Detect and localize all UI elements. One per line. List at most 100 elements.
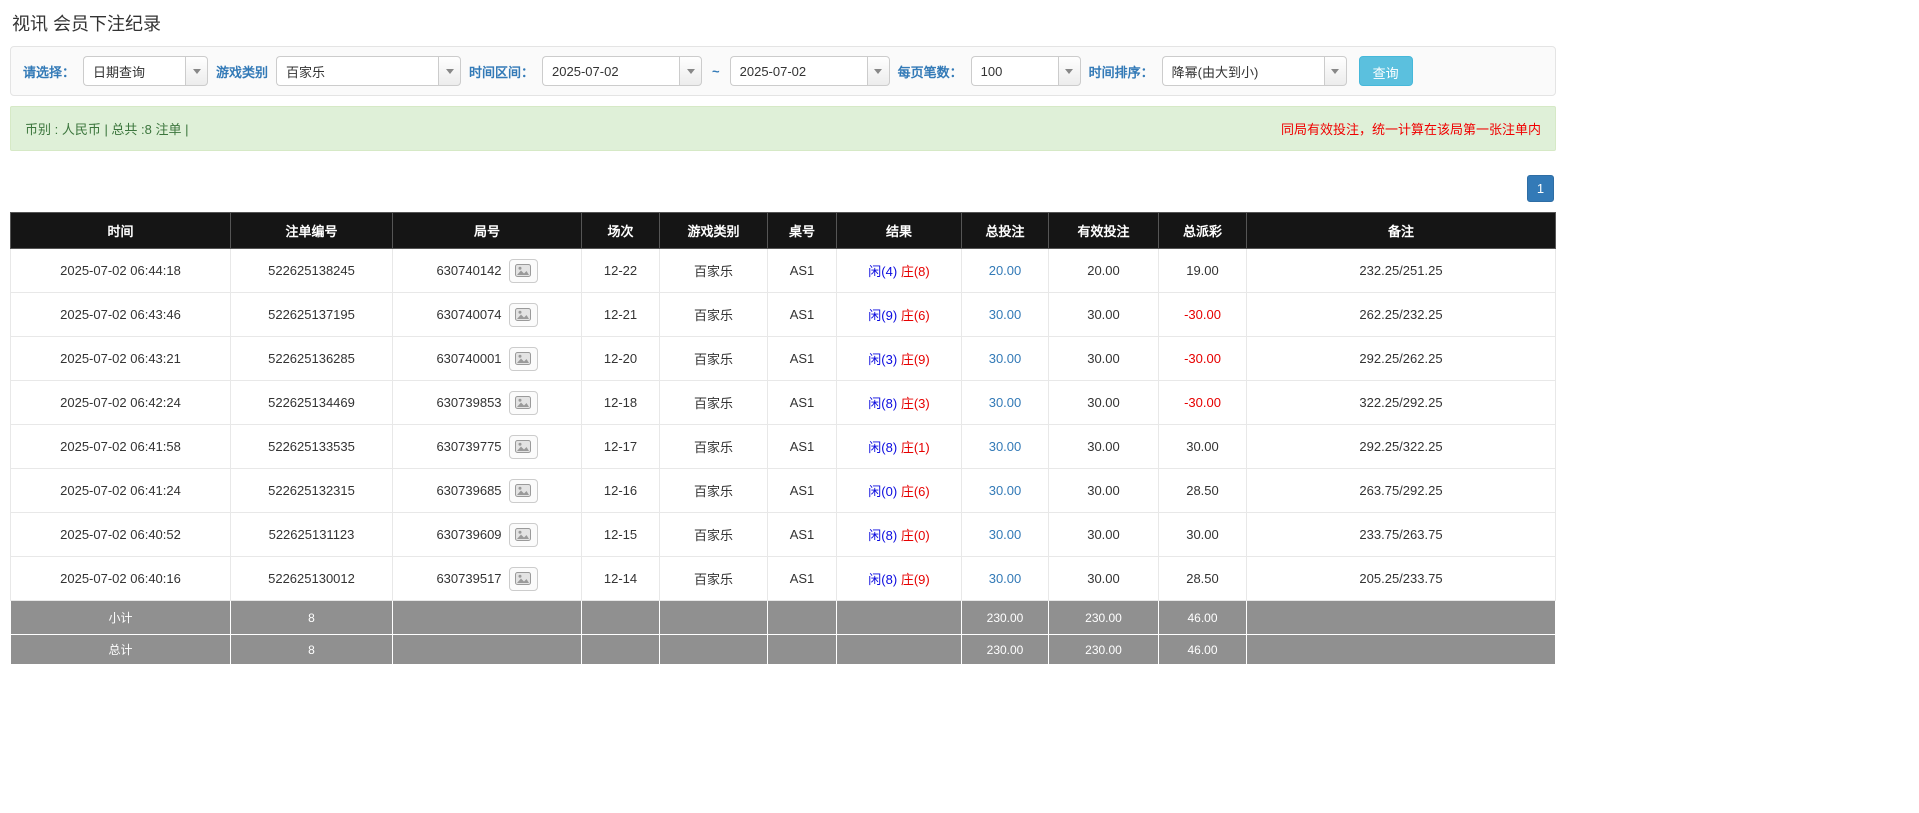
cell-payout: -30.00 bbox=[1158, 292, 1247, 337]
cell-round: 630739517 bbox=[392, 556, 582, 601]
result-player: 闲(8) bbox=[868, 396, 898, 411]
table-footer-row: 总计 8 230.00 230.00 46.00 bbox=[10, 634, 1556, 665]
cell-total-bet: 30.00 bbox=[961, 380, 1049, 425]
picture-icon bbox=[515, 440, 532, 453]
date-to-dropdown-button[interactable] bbox=[866, 56, 890, 86]
cell-remark: 263.75/292.25 bbox=[1246, 468, 1556, 513]
pagination: 1 bbox=[10, 175, 1554, 202]
footer-empty-cell bbox=[659, 600, 768, 635]
cell-total-bet: 30.00 bbox=[961, 292, 1049, 337]
date-from-input[interactable] bbox=[542, 56, 680, 86]
round-result-image-button[interactable] bbox=[508, 522, 538, 547]
table-footer: 小计 8 230.00 230.00 46.00 总计 8 230.00 230… bbox=[10, 600, 1556, 665]
cell-valid-bet: 30.00 bbox=[1048, 292, 1159, 337]
total-bet-link[interactable]: 30.00 bbox=[989, 527, 1022, 542]
table-row: 2025-07-02 06:44:18 522625138245 6307401… bbox=[10, 248, 1556, 293]
footer-label: 总计 bbox=[10, 634, 231, 665]
cell-result: 闲(0) 庄(6) bbox=[836, 468, 962, 513]
cell-bet-id: 522625133535 bbox=[230, 424, 393, 469]
total-bet-link[interactable]: 30.00 bbox=[989, 351, 1022, 366]
page-size-dropdown-button[interactable] bbox=[1057, 56, 1081, 86]
cell-game-type: 百家乐 bbox=[659, 292, 768, 337]
column-header: 时间 bbox=[10, 212, 231, 249]
cell-bet-id: 522625138245 bbox=[230, 248, 393, 293]
result-banker: 庄(8) bbox=[900, 264, 930, 279]
chevron-down-icon bbox=[1331, 68, 1340, 74]
select-type-dropdown-button[interactable] bbox=[185, 56, 209, 86]
time-sort-dropdown-button[interactable] bbox=[1323, 56, 1347, 86]
cell-round: 630740142 bbox=[392, 248, 582, 293]
cell-time: 2025-07-02 06:44:18 bbox=[10, 248, 231, 293]
page-size-input[interactable] bbox=[970, 56, 1058, 86]
cell-total-bet: 30.00 bbox=[961, 336, 1049, 381]
cell-total-bet: 30.00 bbox=[961, 468, 1049, 513]
cell-bet-id: 522625137195 bbox=[230, 292, 393, 337]
footer-count: 8 bbox=[230, 600, 393, 635]
cell-session: 12-22 bbox=[581, 248, 660, 293]
cell-result: 闲(4) 庄(8) bbox=[836, 248, 962, 293]
column-header: 总投注 bbox=[961, 212, 1049, 249]
cell-payout: -30.00 bbox=[1158, 336, 1247, 381]
round-result-image-button[interactable] bbox=[508, 302, 538, 327]
page-button-1[interactable]: 1 bbox=[1527, 175, 1554, 202]
cell-bet-id: 522625131123 bbox=[230, 512, 393, 557]
total-bet-link[interactable]: 30.00 bbox=[989, 395, 1022, 410]
total-bet-link[interactable]: 30.00 bbox=[989, 571, 1022, 586]
cell-payout: 30.00 bbox=[1158, 424, 1247, 469]
round-result-image-button[interactable] bbox=[508, 478, 538, 503]
game-type-input[interactable] bbox=[276, 56, 439, 86]
picture-icon bbox=[515, 396, 532, 409]
summary-bar: 币别 : 人民币 | 总共 :8 注单 | 同局有效投注，统一计算在该局第一张注… bbox=[10, 106, 1556, 151]
cell-time: 2025-07-02 06:43:21 bbox=[10, 336, 231, 381]
round-result-image-button[interactable] bbox=[508, 566, 538, 591]
round-number: 630739517 bbox=[436, 571, 502, 586]
filter-bar: 请选择： 游戏类别 时间区间： ~ 每页笔数： 时间排序： bbox=[10, 46, 1556, 96]
result-banker: 庄(6) bbox=[900, 484, 930, 499]
range-separator: ~ bbox=[712, 63, 720, 79]
page: 视讯 会员下注纪录 请选择： 游戏类别 时间区间： ~ 每页笔数： 时间排序： bbox=[10, 10, 1556, 665]
total-bet-link[interactable]: 30.00 bbox=[989, 307, 1022, 322]
result-player: 闲(4) bbox=[868, 264, 898, 279]
cell-remark: 233.75/263.75 bbox=[1246, 512, 1556, 557]
result-player: 闲(8) bbox=[868, 572, 898, 587]
cell-payout: 28.50 bbox=[1158, 468, 1247, 513]
cell-bet-id: 522625132315 bbox=[230, 468, 393, 513]
picture-icon bbox=[515, 528, 532, 541]
column-header: 总派彩 bbox=[1158, 212, 1247, 249]
search-button[interactable]: 查询 bbox=[1358, 56, 1413, 86]
column-header: 结果 bbox=[836, 212, 962, 249]
footer-total-bet: 230.00 bbox=[961, 600, 1049, 635]
cell-session: 12-14 bbox=[581, 556, 660, 601]
round-result-image-button[interactable] bbox=[508, 390, 538, 415]
date-from-dropdown-button[interactable] bbox=[679, 56, 703, 86]
cell-round: 630740074 bbox=[392, 292, 582, 337]
date-to-input[interactable] bbox=[729, 56, 867, 86]
round-number: 630739853 bbox=[436, 395, 502, 410]
cell-bet-id: 522625136285 bbox=[230, 336, 393, 381]
round-result-image-button[interactable] bbox=[508, 434, 538, 459]
cell-valid-bet: 30.00 bbox=[1048, 468, 1159, 513]
footer-valid-bet: 230.00 bbox=[1048, 634, 1159, 665]
table-header-row: 时间 注单编号 局号 场次 游戏类别 桌号 结果 总投注 有效投注 总派彩 备注 bbox=[10, 212, 1556, 249]
table-row: 2025-07-02 06:41:24 522625132315 6307396… bbox=[10, 468, 1556, 513]
game-type-dropdown-button[interactable] bbox=[438, 56, 462, 86]
cell-table-no: AS1 bbox=[767, 292, 837, 337]
total-bet-link[interactable]: 30.00 bbox=[989, 439, 1022, 454]
time-sort-input[interactable] bbox=[1161, 56, 1324, 86]
footer-count: 8 bbox=[230, 634, 393, 665]
round-result-image-button[interactable] bbox=[508, 258, 538, 283]
total-bet-link[interactable]: 20.00 bbox=[989, 263, 1022, 278]
cell-time: 2025-07-02 06:40:52 bbox=[10, 512, 231, 557]
picture-icon bbox=[515, 264, 532, 277]
total-bet-link[interactable]: 30.00 bbox=[989, 483, 1022, 498]
round-result-image-button[interactable] bbox=[508, 346, 538, 371]
cell-remark: 205.25/233.75 bbox=[1246, 556, 1556, 601]
select-type-input[interactable] bbox=[83, 56, 186, 86]
cell-valid-bet: 30.00 bbox=[1048, 380, 1159, 425]
cell-payout: 28.50 bbox=[1158, 556, 1247, 601]
cell-result: 闲(8) 庄(9) bbox=[836, 556, 962, 601]
summary-note: 同局有效投注，统一计算在该局第一张注单内 bbox=[1280, 122, 1541, 137]
cell-valid-bet: 30.00 bbox=[1048, 424, 1159, 469]
column-header: 游戏类别 bbox=[659, 212, 768, 249]
cell-result: 闲(8) 庄(3) bbox=[836, 380, 962, 425]
